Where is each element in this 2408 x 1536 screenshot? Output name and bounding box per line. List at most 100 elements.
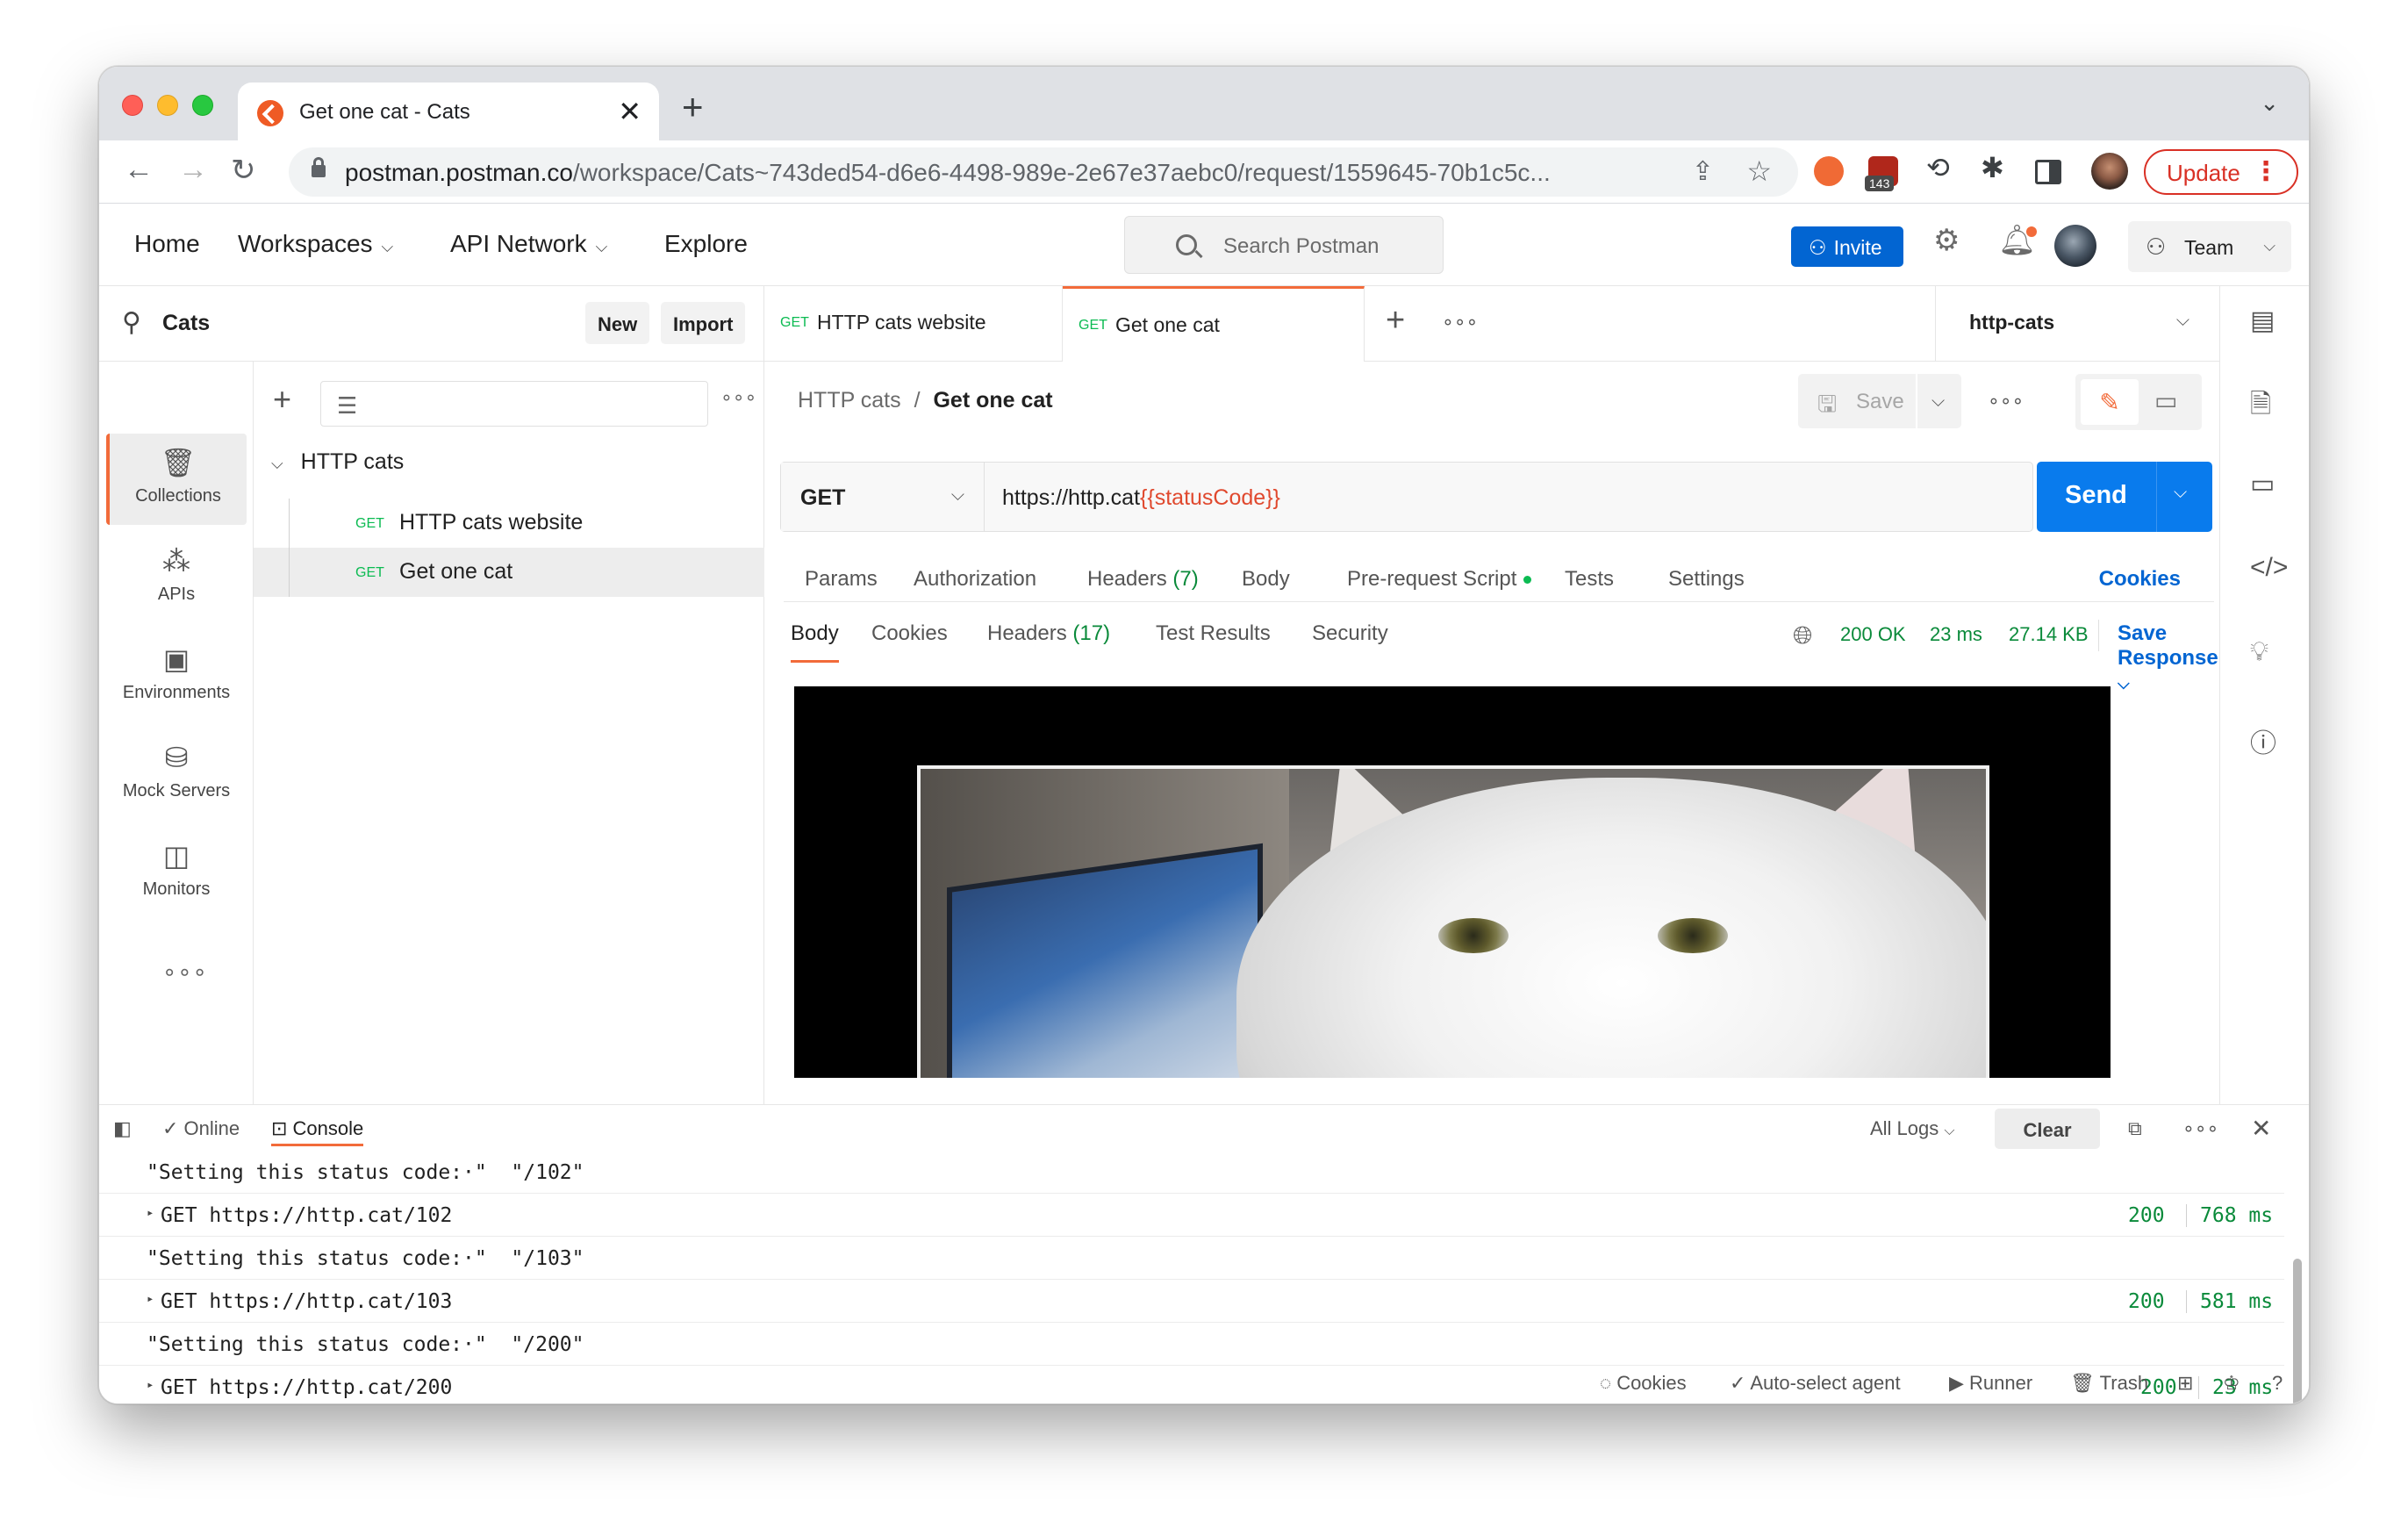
extension-badge-icon[interactable]: 143 <box>1865 156 1898 191</box>
team-button[interactable]: ⚇ Team ⌵ <box>2128 221 2291 272</box>
environment-quick-look-icon[interactable]: ▤ <box>2250 305 2275 336</box>
resp-tab-cookies[interactable]: Cookies <box>871 621 948 646</box>
online-status[interactable]: ✓ Online <box>162 1117 240 1140</box>
request-more-icon[interactable]: ∘∘∘ <box>1988 390 2024 413</box>
tab-search-chevron-icon[interactable]: ⌄ <box>2260 90 2279 117</box>
user-avatar[interactable] <box>2054 225 2096 267</box>
search-input[interactable]: Search Postman <box>1124 216 1444 274</box>
side-panel-icon[interactable] <box>2035 160 2061 184</box>
cookies-link[interactable]: Cookies <box>2099 567 2181 592</box>
status-badge[interactable]: 200 OK <box>1840 623 1906 646</box>
close-window-button[interactable] <box>122 95 143 116</box>
send-button[interactable]: Send ⌵ <box>2037 462 2212 532</box>
bookmark-star-icon[interactable]: ☆ <box>1746 154 1772 188</box>
forward-arrow-icon[interactable]: → <box>178 153 208 187</box>
tab-authorization[interactable]: Authorization <box>914 567 1036 592</box>
resp-tab-security[interactable]: Security <box>1312 621 1388 646</box>
collection-folder[interactable]: ⌵ HTTP cats <box>271 449 404 475</box>
send-options-chevron-icon[interactable]: ⌵ <box>2174 483 2187 503</box>
update-button[interactable]: Update ⋮ <box>2144 149 2298 195</box>
save-response-button[interactable]: Save Response ⌵ <box>2118 621 2218 695</box>
console-request-line[interactable]: ▸ GET https://http.cat/103 200 581 ms <box>99 1280 2284 1323</box>
rail-item-monitors[interactable]: ◫ Monitors <box>106 827 247 918</box>
console-tab[interactable]: ⊡ Console <box>271 1117 364 1146</box>
puzzle-extensions-icon[interactable]: ✱ <box>1981 151 2010 183</box>
profile-avatar[interactable] <box>2091 153 2128 190</box>
tab-prerequest-script[interactable]: Pre-request Script <box>1347 567 1532 592</box>
url-input[interactable]: https://http.cat{{statusCode}} <box>1002 485 1280 511</box>
request-tab-active[interactable]: GET Get one cat <box>1063 286 1365 362</box>
request-tab[interactable]: GET HTTP cats website <box>764 286 1063 362</box>
copy-icon[interactable]: ⧉ <box>2128 1117 2142 1140</box>
help-icon[interactable]: ? <box>2272 1372 2283 1395</box>
sync-extension-icon[interactable]: ⟲ <box>1926 151 1956 183</box>
minimize-window-button[interactable] <box>157 95 178 116</box>
new-button[interactable]: New <box>585 302 650 344</box>
resp-tab-test-results[interactable]: Test Results <box>1156 621 1271 646</box>
console-log-line[interactable]: "Setting this status code:·" "/103" <box>99 1237 2284 1280</box>
network-globe-icon[interactable]: 🌐︎ <box>1793 621 1812 650</box>
close-console-icon[interactable]: ✕ <box>2251 1114 2271 1143</box>
resp-tab-headers[interactable]: Headers (17) <box>987 621 1110 646</box>
nav-explore[interactable]: Explore <box>664 230 748 258</box>
console-more-icon[interactable]: ∘∘∘ <box>2182 1117 2218 1140</box>
invite-button[interactable]: ⚇ Invite <box>1791 226 1903 267</box>
share-icon[interactable]: ⇪ <box>1692 156 1714 187</box>
import-button[interactable]: Import <box>661 302 746 344</box>
all-logs-select[interactable]: All Logs ⌵ <box>1870 1117 1955 1140</box>
extension-icon[interactable] <box>1814 156 1844 186</box>
nav-workspaces[interactable]: Workspaces ⌵ <box>238 230 393 258</box>
nav-home[interactable]: Home <box>134 230 200 258</box>
statusbar-trash[interactable]: 🗑︎ Trash <box>2070 1372 2148 1395</box>
method-select[interactable]: GET ⌵ <box>781 463 985 531</box>
edit-pencil-icon[interactable]: ✎ <box>2081 379 2139 425</box>
settings-gear-icon[interactable]: ⚙ <box>1933 223 1960 258</box>
info-icon[interactable]: ⓘ <box>2250 721 2276 760</box>
resp-tab-body[interactable]: Body <box>791 621 839 663</box>
rail-item-collections[interactable]: 🗑︎ Collections <box>106 434 247 525</box>
tab-body[interactable]: Body <box>1242 567 1290 592</box>
workspace-name[interactable]: Cats <box>162 311 210 336</box>
statusbar-agent[interactable]: ✓ Auto-select agent <box>1730 1372 1901 1395</box>
tab-headers[interactable]: Headers (7) <box>1087 567 1199 592</box>
tab-settings[interactable]: Settings <box>1668 567 1745 592</box>
layout-icon[interactable]: ⊞ <box>2177 1372 2193 1395</box>
new-request-tab-button[interactable]: + <box>1386 302 1405 340</box>
response-time[interactable]: 23 ms <box>1930 623 1982 646</box>
tab-params[interactable]: Params <box>805 567 878 592</box>
browser-tab-active[interactable]: Get one cat - Cats ✕ <box>238 83 659 140</box>
toggle-sidebar-icon[interactable]: ◧ <box>113 1117 132 1140</box>
documentation-icon[interactable]: 🗎︎ <box>2250 384 2271 429</box>
statusbar-runner[interactable]: ▶ Runner <box>1949 1372 2032 1395</box>
comment-icon[interactable]: ▭ <box>2154 386 2177 415</box>
back-arrow-icon[interactable]: ← <box>124 153 154 187</box>
environment-selector[interactable]: http-cats ⌵ <box>1935 286 2219 362</box>
nav-api-network[interactable]: API Network ⌵ <box>450 230 607 258</box>
tab-tests[interactable]: Tests <box>1565 567 1614 592</box>
save-options-chevron[interactable]: ⌵ <box>1917 374 1961 428</box>
code-icon[interactable]: </> <box>2250 553 2288 583</box>
filter-input[interactable]: ☰ <box>320 381 708 427</box>
sidebar-request-item[interactable]: GET HTTP cats website <box>254 499 764 548</box>
bootcamp-icon[interactable]: ♔ <box>2223 1372 2240 1395</box>
response-size[interactable]: 27.14 KB <box>2009 623 2089 646</box>
console-request-line[interactable]: ▸ GET https://http.cat/102 200 768 ms <box>99 1194 2284 1237</box>
sidebar-request-item-selected[interactable]: GET Get one cat <box>254 548 764 597</box>
address-bar[interactable]: postman.postman.co/workspace/Cats~743ded… <box>289 147 1798 197</box>
reload-icon[interactable]: ↻ <box>231 153 256 188</box>
clear-button[interactable]: Clear <box>1995 1109 2100 1149</box>
comments-icon[interactable]: ▭ <box>2250 469 2275 499</box>
save-button[interactable]: 🖫︎ Save <box>1798 374 1916 428</box>
console-log-line[interactable]: "Setting this status code:·" "/102" <box>99 1151 2284 1194</box>
rail-item-environments[interactable]: ▣ Environments <box>106 630 247 721</box>
more-dots-icon[interactable]: ∘∘∘ <box>162 958 208 986</box>
maximize-window-button[interactable] <box>192 95 213 116</box>
new-tab-button[interactable]: + <box>682 86 704 128</box>
add-collection-button[interactable]: + <box>273 381 291 418</box>
tabs-more-icon[interactable]: ∘∘∘ <box>1442 311 1478 334</box>
console-log-line[interactable]: "Setting this status code:·" "/200" <box>99 1323 2284 1366</box>
lightbulb-icon[interactable]: 💡︎ <box>2250 637 2268 667</box>
rail-item-apis[interactable]: ⁂ APIs <box>106 532 247 623</box>
statusbar-cookies[interactable]: ◌ Cookies <box>1600 1372 1687 1395</box>
close-tab-icon[interactable]: ✕ <box>618 95 641 128</box>
